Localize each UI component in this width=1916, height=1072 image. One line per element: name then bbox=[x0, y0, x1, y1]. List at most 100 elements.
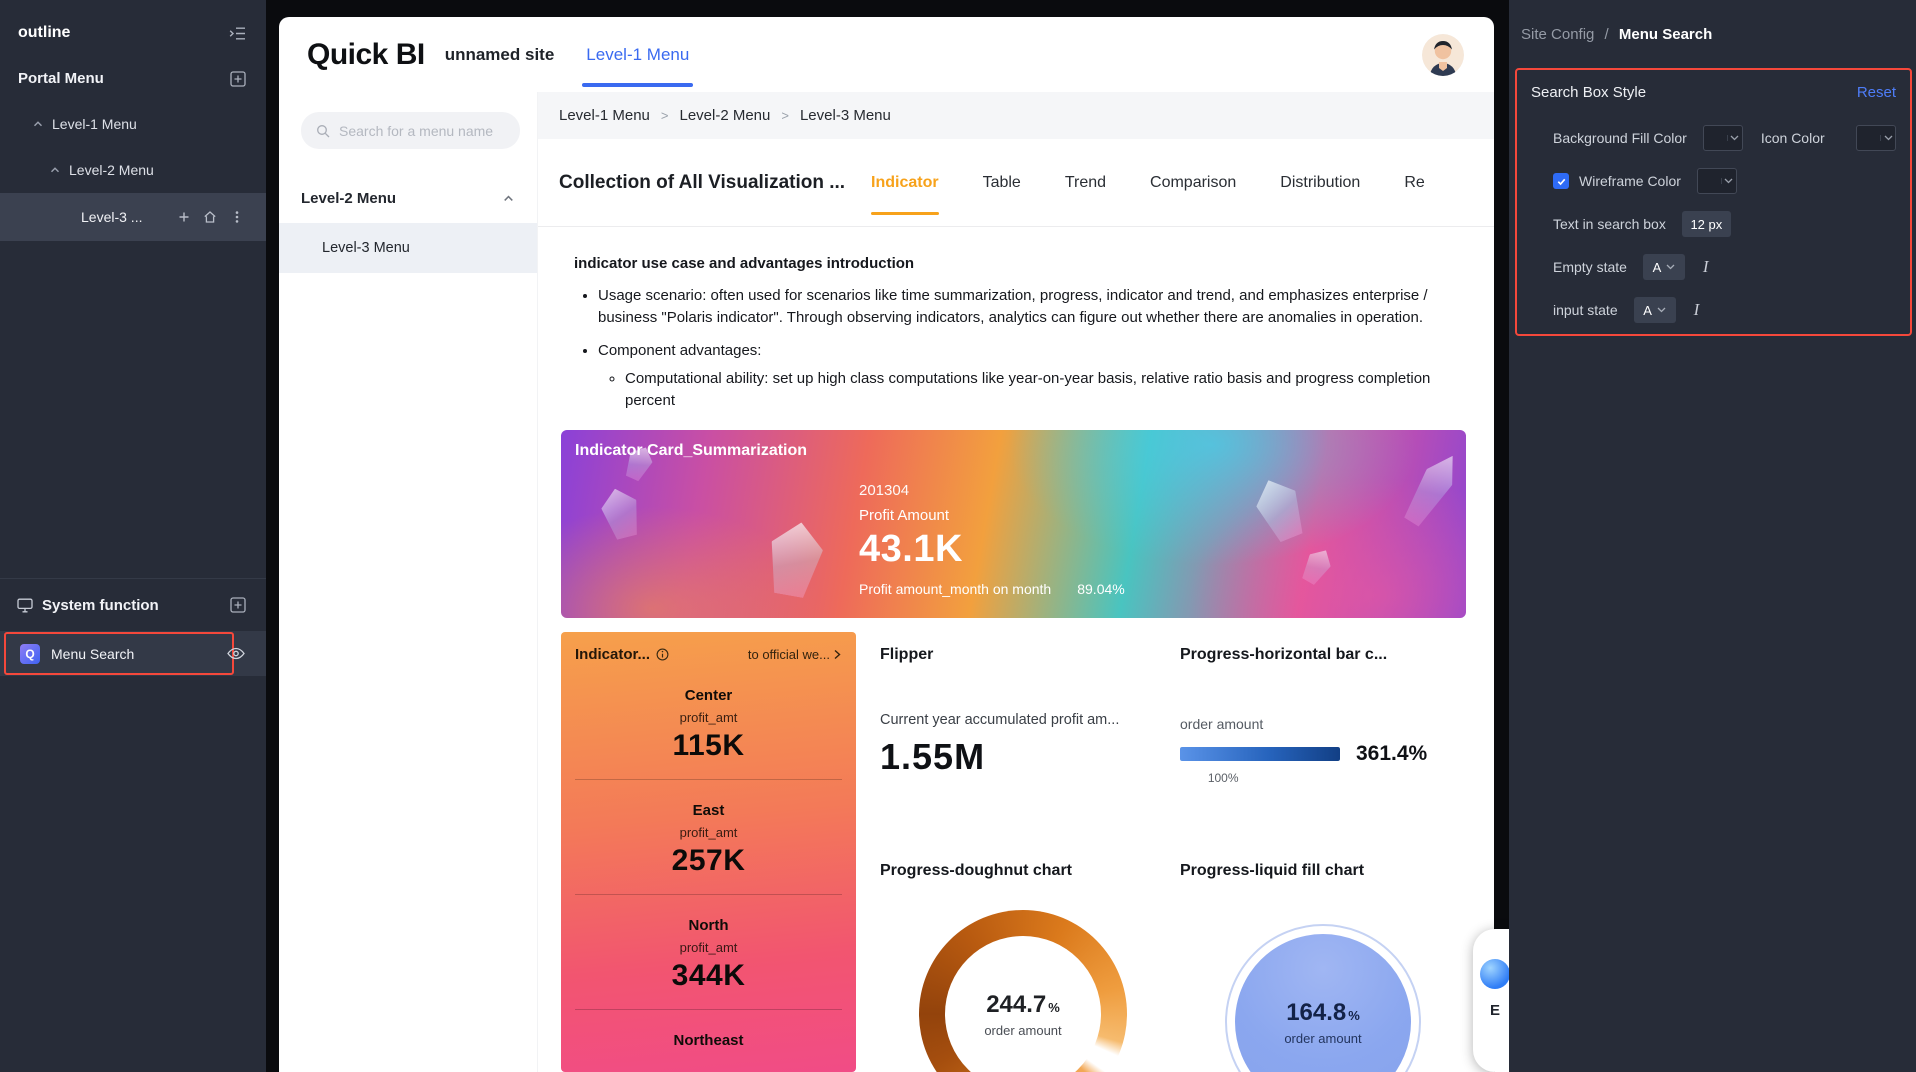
gem-graphic bbox=[1399, 448, 1466, 530]
indicator-item: East profit_amt 257K bbox=[575, 780, 842, 896]
chevron-down-icon bbox=[1657, 307, 1666, 313]
progress-value: 361.4% bbox=[1356, 742, 1428, 766]
liquid-label: order amount bbox=[1284, 1030, 1362, 1046]
indicator-intro: indicator use case and advantages introd… bbox=[538, 227, 1494, 422]
font-size-input[interactable]: 12 px bbox=[1681, 211, 1731, 237]
italic-icon[interactable]: I bbox=[1703, 257, 1709, 277]
flipper-card: Flipper Current year accumulated profit … bbox=[880, 632, 1166, 848]
flipper-label: Current year accumulated profit am... bbox=[880, 712, 1120, 729]
background-fill-color-label: Background Fill Color bbox=[1553, 130, 1687, 146]
visibility-eye-icon[interactable] bbox=[227, 647, 245, 660]
text-in-search-box-label: Text in search box bbox=[1553, 216, 1666, 232]
indicator-item: North profit_amt 344K bbox=[575, 895, 842, 1011]
input-state-font-select[interactable]: A bbox=[1633, 297, 1676, 323]
chevron-down-icon bbox=[1720, 178, 1736, 184]
liquid-fill-card: Progress-liquid fill chart 164.8% order … bbox=[1180, 848, 1466, 1072]
metric-footer-value: 89.04% bbox=[1077, 581, 1125, 598]
menu-search-label: Menu Search bbox=[51, 645, 135, 662]
menu-search-item[interactable]: Q Menu Search bbox=[0, 631, 266, 676]
italic-icon[interactable]: I bbox=[1694, 300, 1700, 320]
more-options-icon[interactable] bbox=[230, 210, 244, 224]
gem-graphic bbox=[763, 518, 827, 600]
chevron-up-icon[interactable] bbox=[49, 164, 61, 176]
color-swatch bbox=[1704, 126, 1727, 150]
collapse-outline-icon[interactable] bbox=[229, 26, 246, 41]
liquid-value: 164.8 bbox=[1286, 998, 1347, 1026]
menu-group-label: Level-2 Menu bbox=[301, 189, 397, 207]
tree-item-level2[interactable]: Level-2 Menu bbox=[0, 147, 266, 193]
intro-bullet-advantages: Component advantages: Computational abil… bbox=[598, 340, 1470, 413]
dashboard-title: Collection of All Visualization ... bbox=[559, 171, 846, 193]
menu-group-level2[interactable]: Level-2 Menu bbox=[279, 173, 537, 223]
chevron-up-icon[interactable] bbox=[502, 192, 515, 205]
breadcrumb-item[interactable]: Level-1 Menu bbox=[559, 107, 650, 124]
card-title: Flipper bbox=[880, 646, 934, 664]
breadcrumb-item[interactable]: Level-2 Menu bbox=[679, 107, 770, 124]
tab-distribution[interactable]: Distribution bbox=[1280, 139, 1360, 226]
tree-item-level3-selected[interactable]: Level-3 ... bbox=[0, 193, 266, 241]
menu-item-level3[interactable]: Level-3 Menu bbox=[279, 223, 537, 273]
wireframe-color-checkbox[interactable] bbox=[1553, 173, 1569, 189]
metric-footer-label: Profit amount_month on month bbox=[859, 581, 1052, 598]
portal-header: Quick BI unnamed site Level-1 Menu bbox=[279, 17, 1494, 92]
progress-label: order amount bbox=[1180, 716, 1264, 733]
chevron-down-icon bbox=[1880, 135, 1895, 141]
progress-fill bbox=[1180, 747, 1340, 762]
dashboard-content: Level-1 Menu > Level-2 Menu > Level-3 Me… bbox=[538, 92, 1494, 1072]
chevron-up-icon[interactable] bbox=[32, 118, 44, 130]
intro-sub-bullet: Computational ability: set up high class… bbox=[625, 368, 1455, 412]
card-title: Progress-liquid fill chart bbox=[1180, 862, 1365, 880]
icon-color-picker[interactable] bbox=[1856, 125, 1896, 151]
chevron-down-icon bbox=[1666, 264, 1675, 270]
indicator-item: Center profit_amt 115K bbox=[575, 665, 842, 781]
breadcrumb-site-config[interactable]: Site Config bbox=[1521, 26, 1594, 43]
wireframe-color-picker[interactable] bbox=[1696, 168, 1737, 194]
gem-graphic bbox=[1249, 473, 1311, 546]
official-website-link[interactable]: to official we... bbox=[748, 647, 842, 662]
avatar[interactable] bbox=[1422, 33, 1464, 76]
add-portal-menu-icon[interactable] bbox=[230, 70, 246, 87]
tab-table[interactable]: Table bbox=[983, 139, 1021, 226]
tree-item-label: Level-3 ... bbox=[81, 209, 143, 225]
tree-item-label: Level-2 Menu bbox=[69, 162, 154, 178]
menu-search-input[interactable] bbox=[339, 122, 520, 139]
add-submenu-icon[interactable] bbox=[178, 211, 190, 223]
intro-heading: indicator use case and advantages introd… bbox=[574, 255, 915, 272]
site-name: unnamed site bbox=[444, 44, 555, 64]
add-system-function-icon[interactable] bbox=[230, 597, 246, 613]
nav-tab-level1-menu[interactable]: Level-1 Menu bbox=[582, 17, 694, 92]
quick-bi-app: outline Portal Menu Level-1 Menu Level-2… bbox=[0, 0, 1916, 1072]
home-icon[interactable] bbox=[203, 210, 217, 224]
quick-bi-logo: Quick BI bbox=[307, 37, 425, 71]
empty-state-font-select[interactable]: A bbox=[1642, 254, 1685, 280]
wireframe-color-label: Wireframe Color bbox=[1579, 173, 1681, 189]
tab-relation[interactable]: Re bbox=[1404, 139, 1424, 226]
config-breadcrumb: Site Config / Menu Search bbox=[1509, 0, 1916, 43]
card-title: Progress-doughnut chart bbox=[880, 862, 1073, 880]
tab-indicator[interactable]: Indicator bbox=[871, 139, 939, 226]
input-state-label: input state bbox=[1553, 302, 1618, 318]
tab-comparison[interactable]: Comparison bbox=[1150, 139, 1236, 226]
indicator-trend-card: Indicator... to official we... Center pr… bbox=[561, 632, 856, 1072]
breadcrumb-item[interactable]: Level-3 Menu bbox=[800, 107, 891, 124]
info-icon[interactable] bbox=[656, 648, 669, 661]
tab-trend[interactable]: Trend bbox=[1065, 139, 1106, 226]
assistant-icon[interactable] bbox=[1480, 959, 1510, 989]
progress-axis-tick: 100% bbox=[1207, 771, 1239, 786]
outline-title: outline bbox=[18, 24, 71, 41]
portal-menu-tree: Level-1 Menu Level-2 Menu Level-3 ... bbox=[0, 101, 266, 241]
portal-menu-column: Level-2 Menu Level-3 Menu bbox=[279, 92, 538, 1072]
intro-bullet-usage: Usage scenario: often used for scenarios… bbox=[598, 285, 1470, 329]
background-fill-color-picker[interactable] bbox=[1702, 125, 1743, 151]
outline-sidebar: outline Portal Menu Level-1 Menu Level-2… bbox=[0, 0, 266, 1072]
metric-value: 43.1K bbox=[859, 528, 963, 571]
breadcrumb-separator: > bbox=[781, 108, 789, 123]
system-function-icon bbox=[17, 598, 33, 613]
doughnut-chart: 244.7% order amount bbox=[919, 910, 1127, 1072]
doughnut-value: 244.7 bbox=[986, 990, 1047, 1018]
gem-graphic bbox=[597, 485, 644, 542]
color-swatch bbox=[1698, 169, 1721, 193]
tree-item-level1[interactable]: Level-1 Menu bbox=[0, 101, 266, 147]
reset-button[interactable]: Reset bbox=[1857, 84, 1896, 101]
indicator-card-banner: Indicator Card_Summarization 201304 Prof… bbox=[561, 430, 1466, 619]
